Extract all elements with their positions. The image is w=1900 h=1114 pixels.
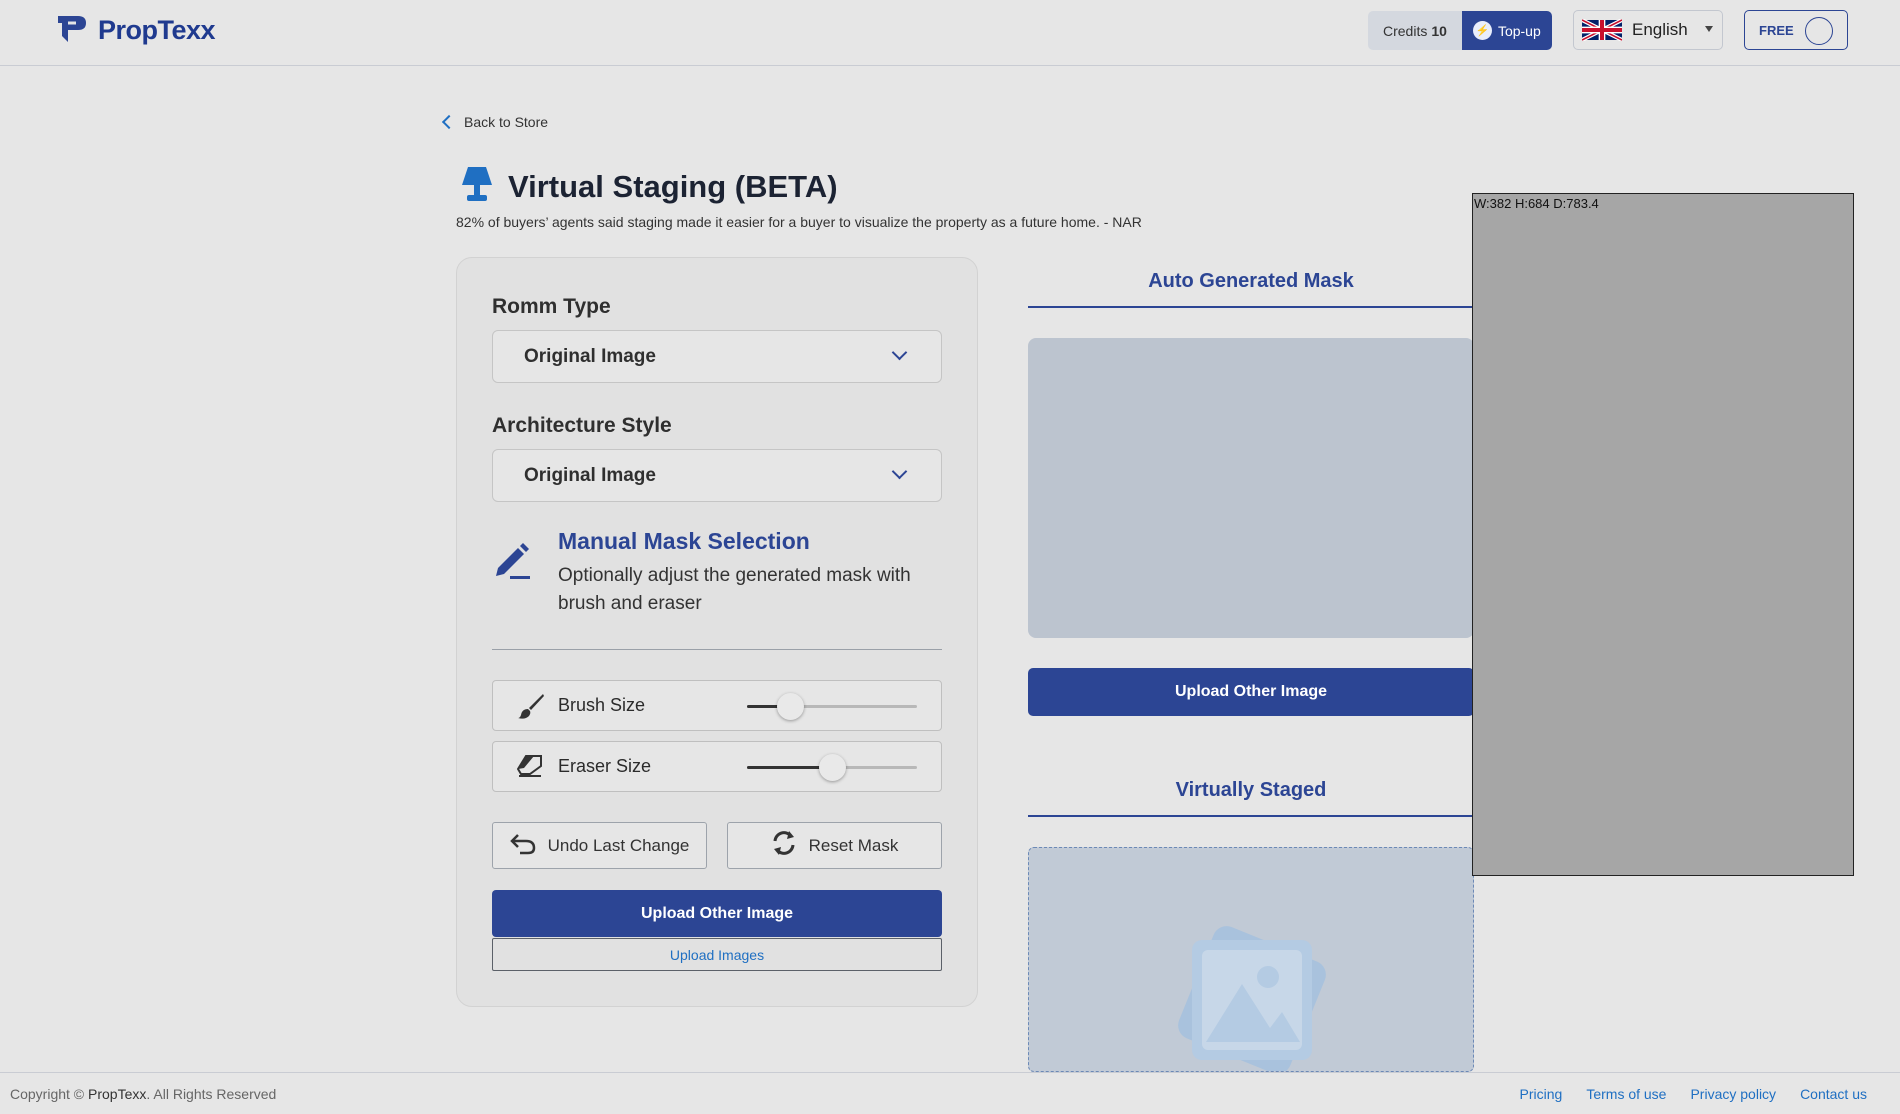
auto-mask-preview bbox=[1028, 338, 1474, 638]
brush-size-thumb[interactable] bbox=[776, 693, 804, 720]
back-to-store-link[interactable]: Back to Store bbox=[440, 114, 548, 130]
plan-toggle[interactable]: FREE bbox=[1744, 10, 1848, 50]
proptexx-logo-icon bbox=[54, 12, 92, 48]
debug-overlay: W:382 H:684 D:783.4 bbox=[1472, 193, 1854, 876]
lamp-icon bbox=[460, 165, 494, 208]
undo-icon bbox=[509, 831, 536, 860]
top-bar: PropTexx Credits 10 ⚡ Top-up English FRE… bbox=[0, 0, 1900, 66]
eraser-size-control: Eraser Size bbox=[492, 741, 942, 792]
undo-label: Undo Last Change bbox=[547, 835, 690, 855]
chevron-down-icon bbox=[891, 344, 908, 361]
room-type-label: Romm Type bbox=[492, 295, 611, 318]
chevron-left-icon bbox=[441, 114, 457, 130]
footer-link-pricing[interactable]: Pricing bbox=[1520, 1086, 1563, 1102]
eraser-size-thumb[interactable] bbox=[819, 754, 846, 781]
manual-mask-title: Manual Mask Selection bbox=[558, 528, 810, 554]
language-select[interactable]: English bbox=[1573, 10, 1723, 50]
topup-label: Top-up bbox=[1497, 22, 1541, 39]
virtually-staged-dropzone[interactable] bbox=[1028, 847, 1474, 1072]
upload-images-button[interactable]: Upload Images bbox=[492, 938, 942, 971]
footer: Copyright © PropTexx. All Rights Reserve… bbox=[0, 1072, 1900, 1114]
image-placeholder-icon bbox=[1172, 920, 1332, 1071]
credits-display: Credits 10 bbox=[1368, 11, 1462, 50]
credits-label: Credits bbox=[1383, 22, 1428, 39]
uk-flag-icon bbox=[1582, 19, 1622, 41]
upload-other-image-button-right[interactable]: Upload Other Image bbox=[1028, 668, 1474, 716]
eraser-icon bbox=[516, 754, 543, 783]
copyright-prefix: Copyright © bbox=[10, 1086, 89, 1102]
language-label: English bbox=[1632, 20, 1688, 39]
credits-group: Credits 10 ⚡ Top-up bbox=[1368, 11, 1552, 50]
room-type-select[interactable]: Original Image bbox=[492, 330, 942, 383]
footer-link-terms[interactable]: Terms of use bbox=[1586, 1086, 1666, 1102]
copyright: Copyright © PropTexx. All Rights Reserve… bbox=[10, 1086, 276, 1102]
pen-icon bbox=[492, 540, 532, 585]
chevron-down-icon bbox=[891, 463, 908, 480]
auto-mask-title: Auto Generated Mask bbox=[1148, 270, 1354, 292]
architecture-style-label: Architecture Style bbox=[492, 414, 672, 437]
caret-down-icon bbox=[1705, 26, 1713, 32]
back-label: Back to Store bbox=[464, 114, 549, 130]
copyright-brand[interactable]: PropTexx bbox=[88, 1086, 146, 1102]
virtually-staged-divider bbox=[1028, 815, 1474, 817]
logo[interactable]: PropTexx bbox=[54, 12, 216, 48]
page-header: Virtual Staging (BETA) bbox=[460, 165, 838, 208]
architecture-style-select[interactable]: Original Image bbox=[492, 449, 942, 502]
footer-link-contact[interactable]: Contact us bbox=[1800, 1086, 1867, 1102]
logo-text: PropTexx bbox=[98, 14, 216, 45]
topup-button[interactable]: ⚡ Top-up bbox=[1461, 11, 1552, 50]
bolt-icon: ⚡ bbox=[1472, 21, 1492, 40]
credits-value: 10 bbox=[1431, 22, 1447, 39]
manual-mask-description: Optionally adjust the generated mask wit… bbox=[558, 565, 911, 614]
reset-mask-button[interactable]: Reset Mask bbox=[727, 822, 942, 869]
footer-link-privacy[interactable]: Privacy policy bbox=[1690, 1086, 1776, 1102]
page-title: Virtual Staging (BETA) bbox=[508, 168, 838, 204]
eraser-size-label: Eraser Size bbox=[558, 756, 652, 776]
staging-options-panel: Romm Type Original Image Architecture St… bbox=[456, 257, 978, 1007]
footer-links: Pricing Terms of use Privacy policy Cont… bbox=[1520, 1086, 1867, 1102]
brush-size-slider[interactable] bbox=[747, 693, 917, 720]
plan-label: FREE bbox=[1759, 22, 1794, 38]
room-type-value: Original Image bbox=[524, 345, 656, 367]
debug-dimensions-label: W:382 H:684 D:783.4 bbox=[1474, 196, 1599, 211]
undo-button[interactable]: Undo Last Change bbox=[492, 822, 707, 869]
auto-mask-divider bbox=[1028, 306, 1474, 308]
toggle-knob-icon bbox=[1805, 17, 1833, 45]
eraser-size-slider[interactable] bbox=[747, 754, 917, 781]
upload-other-image-button[interactable]: Upload Other Image bbox=[492, 890, 942, 937]
brush-size-control: Brush Size bbox=[492, 680, 942, 731]
copyright-suffix: . All Rights Reserved bbox=[146, 1086, 277, 1102]
refresh-icon bbox=[771, 830, 797, 861]
brush-icon bbox=[517, 692, 545, 725]
architecture-style-value: Original Image bbox=[524, 464, 656, 486]
virtually-staged-title: Virtually Staged bbox=[1175, 779, 1327, 801]
brush-size-label: Brush Size bbox=[558, 695, 646, 715]
page-subtitle: 82% of buyers’ agents said staging made … bbox=[456, 214, 1142, 230]
divider bbox=[492, 649, 942, 650]
reset-mask-label: Reset Mask bbox=[808, 835, 899, 855]
